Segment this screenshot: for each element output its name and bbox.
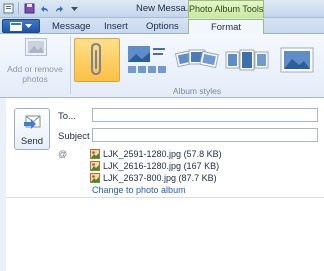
photos-icon — [25, 38, 47, 56]
send-label: Send — [20, 136, 44, 147]
attachment-name: LJK_2637-800.jpg (87.7 KB) — [103, 173, 217, 183]
add-remove-photos-label: Add or remove photos — [7, 64, 63, 84]
photo-stack-style-icon — [175, 49, 219, 69]
attachment-item[interactable]: LJK_2637-800.jpg (87.7 KB) — [90, 173, 217, 183]
album-style-single[interactable] — [274, 38, 320, 82]
album-style-strip[interactable] — [224, 38, 270, 82]
send-button[interactable]: Send — [14, 108, 50, 150]
undo-icon[interactable] — [38, 2, 50, 14]
paperclip-icon — [91, 43, 101, 76]
tab-options[interactable]: Options — [146, 20, 179, 34]
tab-insert[interactable]: Insert — [104, 20, 128, 34]
left-gutter — [0, 98, 6, 271]
subject-label: Subject — [58, 131, 90, 142]
album-style-stack[interactable] — [174, 38, 220, 82]
customize-toolbar-icon[interactable] — [68, 2, 80, 14]
photo-strip-style-icon — [225, 49, 269, 71]
file-menu-button[interactable] — [2, 19, 40, 33]
redo-icon[interactable] — [53, 2, 65, 14]
to-button[interactable]: To... — [58, 111, 76, 122]
ribbon-separator — [70, 36, 71, 94]
album-styles-gallery — [72, 36, 324, 86]
app-icon[interactable] — [2, 2, 14, 14]
contextual-tab-title: Photo Album Tools — [188, 0, 264, 18]
attachment-item[interactable]: LJK_2591-1280.jpg (57.8 KB) — [90, 149, 222, 159]
album-style-grid[interactable] — [124, 38, 170, 82]
subject-field[interactable] — [92, 128, 318, 142]
to-field[interactable] — [92, 108, 318, 122]
window-title: New Messa... — [136, 3, 194, 14]
toolbar-separator — [18, 2, 19, 14]
attachment-item[interactable]: LJK_2616-1280.jpg (167 KB) — [90, 161, 219, 171]
attachment-name: LJK_2616-1280.jpg (167 KB) — [103, 161, 220, 171]
add-remove-photos-button[interactable]: Add or remove photos — [4, 36, 66, 96]
image-file-icon — [90, 149, 100, 159]
change-to-photo-album-link[interactable]: Change to photo album — [92, 185, 186, 195]
photo-single-style-icon — [280, 47, 314, 73]
image-file-icon — [90, 161, 100, 171]
image-file-icon — [90, 173, 100, 183]
attachment-icon: @ — [58, 149, 68, 159]
album-styles-group-label: Album styles — [172, 86, 222, 96]
photo-grid-style-icon — [128, 46, 166, 73]
menu-icon — [10, 21, 22, 31]
ribbon-tab-row: Message Insert Options Format — [0, 18, 324, 35]
tab-message[interactable]: Message — [52, 20, 91, 34]
save-icon[interactable] — [23, 2, 35, 14]
send-icon — [24, 115, 41, 129]
ribbon: Add or remove photos Album styles — [0, 34, 324, 98]
attachment-name: LJK_2591-1280.jpg (57.8 KB) — [103, 149, 222, 159]
header-divider — [6, 197, 324, 198]
title-bar: New Messa... Photo Album Tools — [0, 0, 324, 18]
tab-format[interactable]: Format — [188, 19, 264, 35]
album-style-paperclip[interactable] — [74, 38, 120, 82]
quick-access-toolbar — [2, 2, 80, 14]
chevron-down-icon — [25, 23, 32, 28]
